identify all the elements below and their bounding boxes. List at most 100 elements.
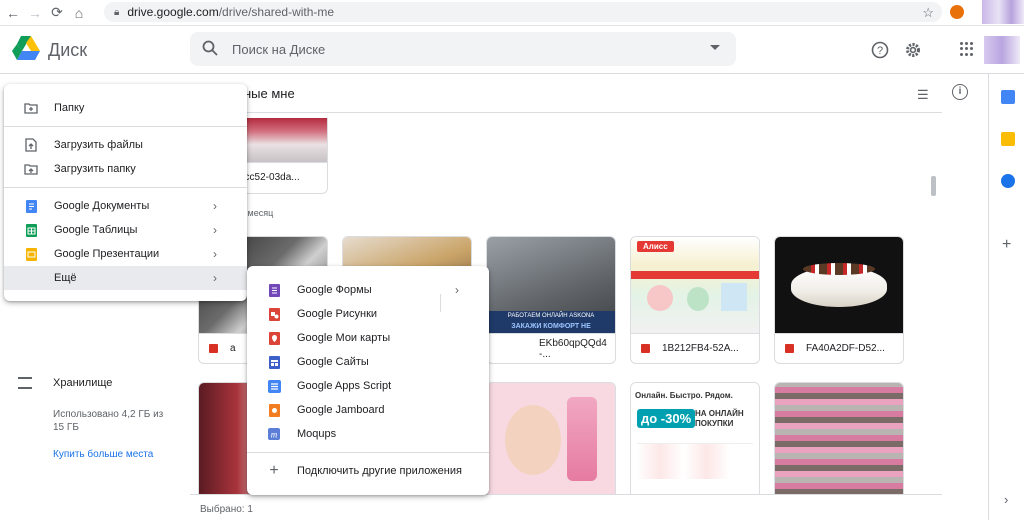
file-card[interactable]: РАБОТАЕМ ОНЛАЙН ASKONA ЗАКАЖИ КОМФОРТ НЕ… [486, 236, 616, 364]
promo-headline: Онлайн. Быстро. Рядом. [635, 391, 733, 400]
product-image [647, 285, 673, 311]
menu-item-google-jamboard[interactable]: Google Jamboard [247, 398, 489, 422]
extension-icon[interactable] [950, 5, 964, 19]
search-icon[interactable] [202, 40, 218, 56]
menu-item-google-drawings[interactable]: Google Рисунки [247, 302, 489, 326]
menu-item-moqups[interactable]: m Moqups [247, 422, 489, 446]
menu-item-label: Папку [54, 102, 85, 114]
menu-item-label: Загрузить папку [54, 163, 136, 175]
selection-status: Выбрано: 1 [200, 504, 253, 515]
home-icon[interactable]: ⌂ [68, 2, 90, 24]
info-icon[interactable]: i [952, 84, 968, 100]
url-path: /drive/shared-with-me [218, 5, 335, 19]
browser-profile-avatar[interactable] [982, 0, 1024, 24]
calendar-icon[interactable] [1001, 90, 1015, 104]
sites-icon [267, 355, 281, 369]
drawings-icon [267, 307, 281, 321]
menu-item-google-docs[interactable]: Google Документы › [4, 194, 247, 218]
askona-banner: РАБОТАЕМ ОНЛАЙН ASKONA [487, 311, 615, 321]
forward-icon[interactable]: → [24, 2, 46, 24]
menu-item-folder[interactable]: Папку [4, 96, 247, 120]
promo-steps [637, 443, 753, 479]
scrollbar[interactable] [931, 176, 936, 196]
menu-item-google-my-maps[interactable]: Google Мои карты [247, 326, 489, 350]
menu-item-google-slides[interactable]: Google Презентации › [4, 242, 247, 266]
mymaps-icon [267, 331, 281, 345]
bottle-image [567, 397, 597, 481]
menu-item-more[interactable]: Ещё › [4, 266, 247, 290]
help-icon[interactable]: ? [870, 40, 890, 60]
folder-plus-icon [24, 101, 38, 115]
file-upload-icon [24, 138, 38, 152]
file-caption: EKb60qpQQd4 -... [487, 333, 615, 363]
product-image [721, 283, 747, 311]
search-options-icon[interactable] [710, 45, 720, 50]
menu-item-label: Ещё [54, 272, 77, 284]
storage-title[interactable]: Хранилище [53, 377, 112, 389]
buy-storage-link[interactable]: Купить больше места [53, 449, 153, 460]
search-input[interactable]: Поиск на Диске [190, 32, 736, 66]
file-name: FA40A2DF-D52... [806, 343, 885, 354]
browser-toolbar: ← → ⟳ ⌂ 🔒︎ drive.google.com/drive/shared… [0, 0, 1024, 26]
file-card[interactable]: FA40A2DF-D52... [774, 236, 904, 364]
menu-item-label: Google Рисунки [297, 308, 378, 320]
folder-upload-icon [24, 162, 38, 176]
drive-logo-icon[interactable] [12, 36, 40, 60]
back-icon[interactable]: ← [2, 2, 24, 24]
file-thumbnail [775, 383, 903, 494]
add-addon-plus-icon[interactable]: + [1002, 236, 1011, 254]
menu-item-label: Загрузить файлы [54, 139, 143, 151]
menu-item-label: Подключить другие приложения [297, 465, 462, 477]
apps-script-icon [267, 379, 281, 393]
file-thumbnail: РАБОТАЕМ ОНЛАЙН ASKONA ЗАКАЖИ КОМФОРТ НЕ [487, 237, 615, 333]
chevron-right-icon: › [213, 247, 217, 261]
plus-icon: + [269, 462, 279, 479]
menu-item-google-apps-script[interactable]: Google Apps Script [247, 374, 489, 398]
file-caption: FA40A2DF-D52... [775, 333, 903, 363]
list-view-icon[interactable]: ☰ [917, 87, 929, 103]
menu-item-google-forms[interactable]: Google Формы › [247, 278, 489, 312]
file-card[interactable]: Алисс 1B212FB4-52A... [630, 236, 760, 364]
bookmark-star-icon[interactable]: ☆ [922, 5, 934, 21]
settings-gear-icon[interactable] [903, 40, 923, 60]
apps-grid-icon[interactable] [960, 42, 974, 56]
product-image [687, 287, 709, 311]
menu-item-upload-folder[interactable]: Загрузить папку [4, 157, 247, 181]
menu-item-label: Google Документы [54, 200, 150, 212]
lock-icon: 🔒︎ [114, 6, 120, 18]
keep-icon[interactable] [1001, 132, 1015, 146]
image-file-icon [785, 344, 794, 353]
chevron-right-icon: › [213, 199, 217, 213]
address-bar[interactable]: 🔒︎ drive.google.com/drive/shared-with-me… [104, 2, 942, 22]
menu-item-connect-apps[interactable]: + Подключить другие приложения [247, 459, 489, 483]
chevron-right-icon[interactable]: › [455, 283, 459, 297]
menu-divider [4, 126, 247, 127]
file-thumbnail: Онлайн. Быстро. Рядом. до -30% НА ОНЛАЙН… [631, 383, 759, 494]
file-name: a [230, 343, 236, 354]
file-card[interactable] [774, 382, 904, 494]
moqups-icon: m [267, 427, 281, 441]
menu-item-google-sheets[interactable]: Google Таблицы › [4, 218, 247, 242]
menu-item-spacer [24, 271, 38, 285]
expand-panel-chevron-icon[interactable]: › [1004, 492, 1008, 507]
drive-header: Диск Поиск на Диске ? [0, 26, 1024, 74]
menu-divider [247, 452, 489, 453]
file-name: 1B212FB4-52A... [662, 343, 739, 354]
account-avatar[interactable] [984, 36, 1020, 64]
file-card[interactable]: Онлайн. Быстро. Рядом. до -30% НА ОНЛАЙН… [630, 382, 760, 494]
tasks-icon[interactable] [1001, 174, 1015, 188]
alice-logo: Алисс [637, 241, 674, 252]
file-card[interactable] [486, 382, 616, 494]
docs-icon [24, 199, 38, 213]
menu-item-google-sites[interactable]: Google Сайты [247, 350, 489, 374]
menu-item-upload-files[interactable]: Загрузить файлы [4, 133, 247, 157]
svg-text:m: m [271, 430, 278, 440]
askona-text: ЗАКАЖИ КОМФОРТ НЕ [487, 321, 615, 333]
drive-title: Диск [48, 40, 88, 60]
file-thumbnail [775, 237, 903, 333]
new-item-menu: Папку Загрузить файлы Загрузить папку Go… [4, 84, 247, 301]
reload-icon[interactable]: ⟳ [46, 2, 68, 24]
file-caption: 1B212FB4-52A... [631, 333, 759, 363]
forms-icon [267, 283, 281, 297]
image-file-icon [641, 344, 650, 353]
